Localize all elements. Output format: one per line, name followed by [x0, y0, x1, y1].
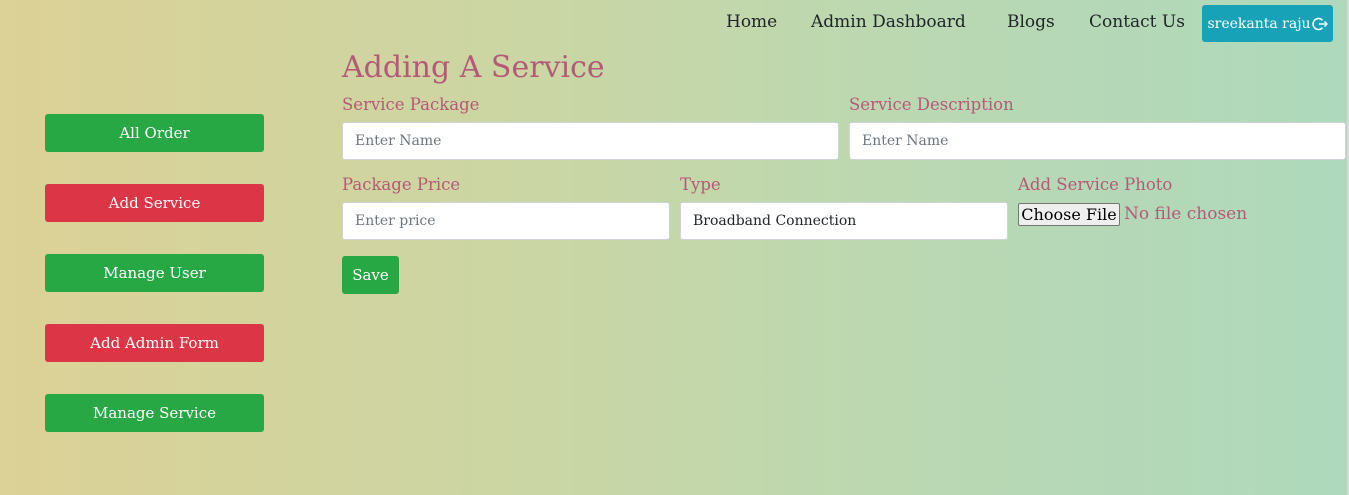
page-title: Adding A Service [342, 50, 605, 85]
nav-link-admin-dashboard[interactable]: Admin Dashboard [811, 12, 966, 32]
add-service-photo-label: Add Service Photo [1018, 175, 1173, 194]
nav-link-contact-us[interactable]: Contact Us [1089, 12, 1185, 32]
service-description-label: Service Description [849, 95, 1014, 114]
sidebar-item-manage-service[interactable]: Manage Service [45, 394, 264, 432]
save-button[interactable]: Save [342, 256, 399, 294]
nav-link-blogs[interactable]: Blogs [1007, 12, 1055, 32]
sidebar-item-add-service[interactable]: Add Service [45, 184, 264, 222]
user-name-label: sreekanta raju [1207, 15, 1311, 32]
top-navbar: Home Admin Dashboard Blogs Contact Us sr… [0, 0, 1349, 44]
choose-file-button[interactable]: Choose File [1018, 203, 1120, 226]
package-price-input[interactable] [342, 202, 670, 240]
nav-link-home[interactable]: Home [726, 12, 777, 32]
package-price-label: Package Price [342, 175, 461, 194]
service-package-label: Service Package [342, 95, 480, 114]
service-package-input[interactable] [342, 122, 839, 160]
logout-icon [1311, 16, 1328, 32]
sidebar-item-all-order[interactable]: All Order [45, 114, 264, 152]
service-description-input[interactable] [849, 122, 1346, 160]
type-label: Type [680, 175, 721, 194]
sidebar-item-add-admin-form[interactable]: Add Admin Form [45, 324, 264, 362]
type-select[interactable]: Broadband Connection [680, 202, 1008, 240]
user-logout-button[interactable]: sreekanta raju [1202, 5, 1333, 42]
sidebar-item-manage-user[interactable]: Manage User [45, 254, 264, 292]
type-selected-value: Broadband Connection [693, 213, 857, 229]
file-status-text: No file chosen [1124, 204, 1248, 224]
